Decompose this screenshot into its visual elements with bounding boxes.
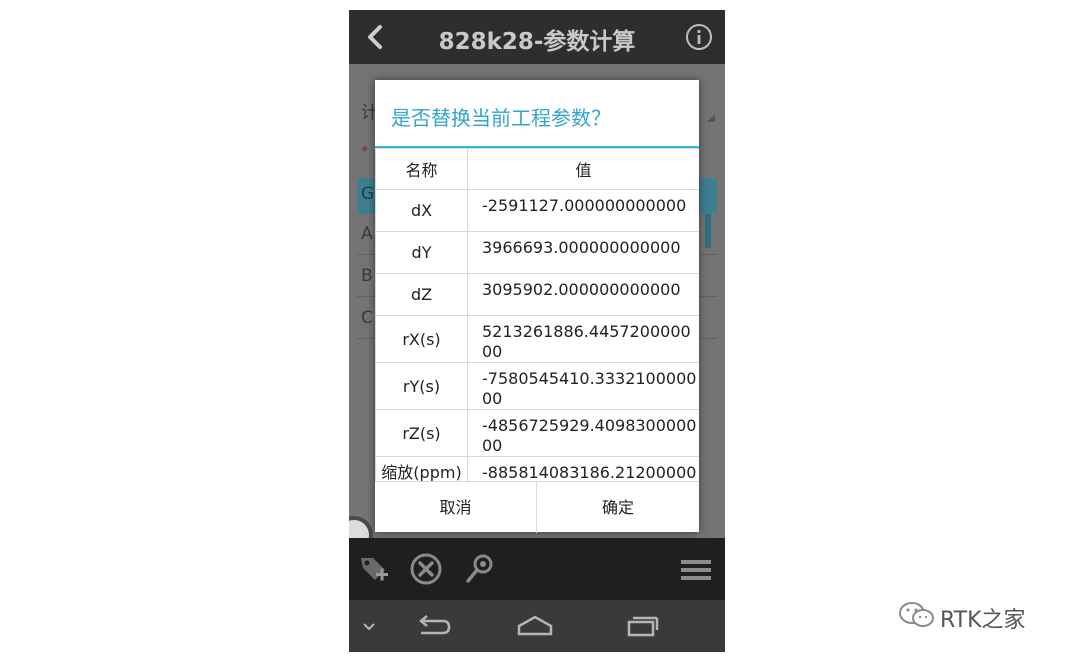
- app-title: 828k28-参数计算: [438, 29, 636, 55]
- bg-required-mark: *: [361, 144, 368, 160]
- table-row: rZ(s) -4856725929.409830000000: [375, 409, 699, 457]
- params-table: 名称 值 dX -2591127.000000000000 dY 3966693…: [375, 148, 699, 481]
- action-bar: 828k28-参数计算: [349, 10, 725, 64]
- table-row: dX -2591127.000000000000: [375, 189, 699, 232]
- param-value: 3095902.000000000000: [467, 273, 699, 316]
- bg-scroll-indicator: [705, 214, 711, 248]
- dialog-button-bar: 取消 确定: [375, 481, 699, 533]
- column-header-value: 值: [467, 148, 699, 190]
- param-value: -2591127.000000000000: [467, 189, 699, 232]
- menu-icon[interactable]: [679, 552, 713, 586]
- table-row: dZ 3095902.000000000000: [375, 273, 699, 316]
- param-name: dY: [375, 231, 468, 274]
- watermark-text: RTK之家: [940, 608, 1026, 633]
- param-name: dX: [375, 189, 468, 232]
- add-tag-icon[interactable]: [357, 552, 391, 586]
- table-header-row: 名称 值: [375, 148, 699, 190]
- param-name: rZ(s): [375, 409, 468, 457]
- watermark: RTK之家: [898, 598, 1058, 633]
- bottom-toolbar: [349, 538, 725, 600]
- info-icon[interactable]: [685, 23, 713, 51]
- back-arrow-icon[interactable]: [361, 22, 391, 52]
- confirm-button[interactable]: 确定: [537, 482, 699, 533]
- home-nav-icon[interactable]: [515, 614, 555, 638]
- chevron-down-icon[interactable]: [361, 614, 377, 638]
- delete-circle-icon[interactable]: [409, 552, 443, 586]
- param-value: 3966693.000000000000: [467, 231, 699, 274]
- back-nav-icon[interactable]: [413, 614, 453, 638]
- table-row: rY(s) -7580545410.333210000000: [375, 362, 699, 410]
- param-value: -4856725929.409830000000: [467, 409, 699, 457]
- cancel-button[interactable]: 取消: [375, 482, 537, 533]
- bg-label-a: A: [361, 224, 373, 244]
- replace-params-dialog: 是否替换当前工程参数？ 名称 值 dX -2591127.00000000000…: [375, 80, 699, 533]
- param-name: 缩放(ppm): [375, 456, 468, 481]
- table-row: 缩放(ppm) -885814083186.212000000000: [375, 456, 699, 481]
- system-nav-bar: [349, 600, 725, 652]
- param-name: rY(s): [375, 362, 468, 410]
- param-name: rX(s): [375, 315, 468, 363]
- param-value: -7580545410.333210000000: [467, 362, 699, 410]
- param-value: -885814083186.212000000000: [467, 456, 699, 481]
- bg-label-c: C: [361, 308, 373, 328]
- bg-label-g: G: [361, 184, 375, 204]
- phone-screen: 828k28-参数计算 计 * G A B C 是否替换当前工程参数？ 名称 值…: [349, 10, 725, 652]
- table-row: rX(s) 5213261886.445720000000: [375, 315, 699, 363]
- param-name: dZ: [375, 273, 468, 316]
- wechat-icon: [899, 602, 934, 627]
- dropdown-arrow-icon: [707, 114, 715, 122]
- table-row: dY 3966693.000000000000: [375, 231, 699, 274]
- dialog-title: 是否替换当前工程参数？: [391, 106, 611, 130]
- recent-apps-icon[interactable]: [621, 614, 661, 638]
- params-table-scroll[interactable]: 名称 值 dX -2591127.000000000000 dY 3966693…: [375, 148, 699, 481]
- param-value: 5213261886.445720000000: [467, 315, 699, 363]
- bg-label-b: B: [361, 266, 373, 286]
- search-point-icon[interactable]: [463, 552, 497, 586]
- column-header-name: 名称: [375, 148, 468, 190]
